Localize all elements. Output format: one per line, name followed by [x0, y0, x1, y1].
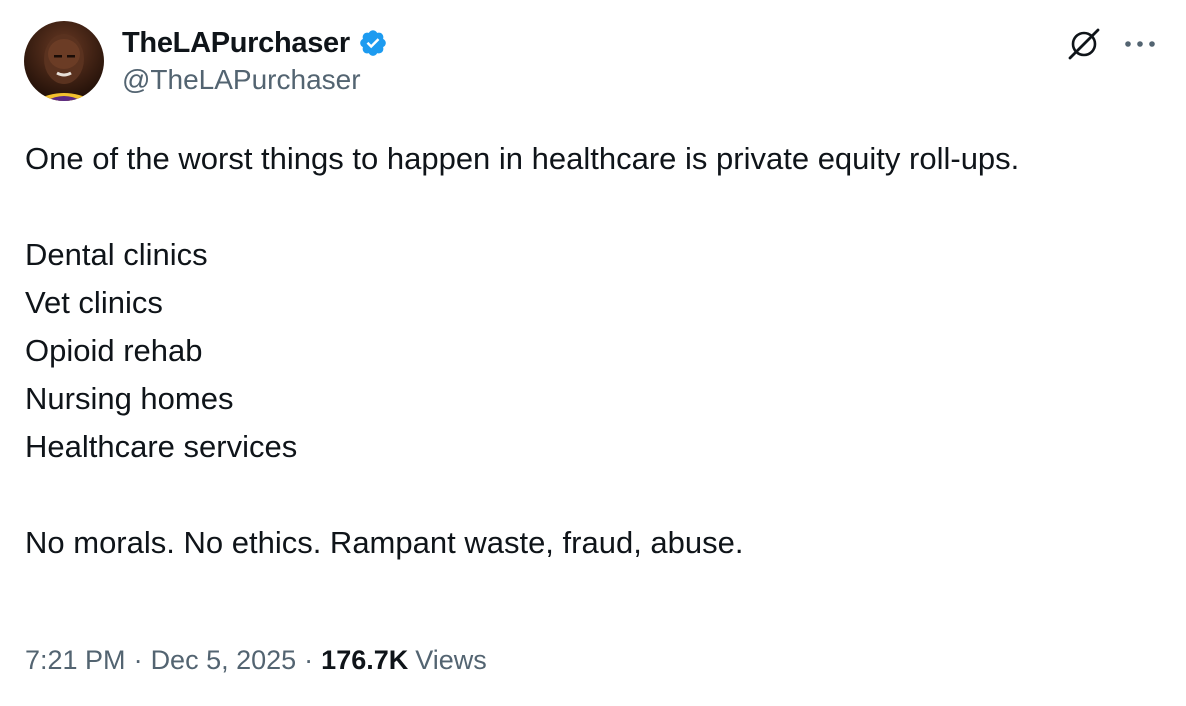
tweet-date: Dec 5, 2025 — [150, 645, 297, 675]
tweet-time: 7:21 PM — [25, 645, 126, 675]
tweet-metadata: 7:21 PM · Dec 5, 2025 · 176.7K Views — [25, 645, 487, 676]
author-handle[interactable]: @TheLAPurchaser — [122, 64, 361, 96]
more-options-icon[interactable] — [1118, 24, 1162, 64]
views-label: Views — [415, 645, 487, 675]
tweet-list-item: Dental clinics — [25, 237, 208, 272]
avatar[interactable] — [24, 21, 104, 101]
tweet-intro-text: One of the worst things to happen in hea… — [25, 141, 1020, 176]
verified-badge-icon[interactable] — [358, 28, 388, 58]
tweet-list-item: Nursing homes — [25, 381, 234, 416]
tweet-timestamp[interactable]: 7:21 PM · Dec 5, 2025 — [25, 645, 296, 676]
separator-dot: · — [304, 645, 314, 675]
grok-icon[interactable] — [1064, 24, 1104, 64]
tweet-text: One of the worst things to happen in hea… — [25, 135, 1145, 567]
tweet-card: TheLAPurchaser @TheLAPurchaser One of th… — [0, 0, 1186, 706]
views-count[interactable]: 176.7K — [321, 645, 408, 676]
author-name-row: TheLAPurchaser — [122, 24, 388, 62]
tweet-closing-text: No morals. No ethics. Rampant waste, fra… — [25, 525, 744, 560]
tweet-list-item: Vet clinics — [25, 285, 163, 320]
tweet-list-item: Healthcare services — [25, 429, 298, 464]
author-display-name[interactable]: TheLAPurchaser — [122, 27, 350, 60]
tweet-list-item: Opioid rehab — [25, 333, 203, 368]
separator-dot: · — [133, 645, 143, 675]
